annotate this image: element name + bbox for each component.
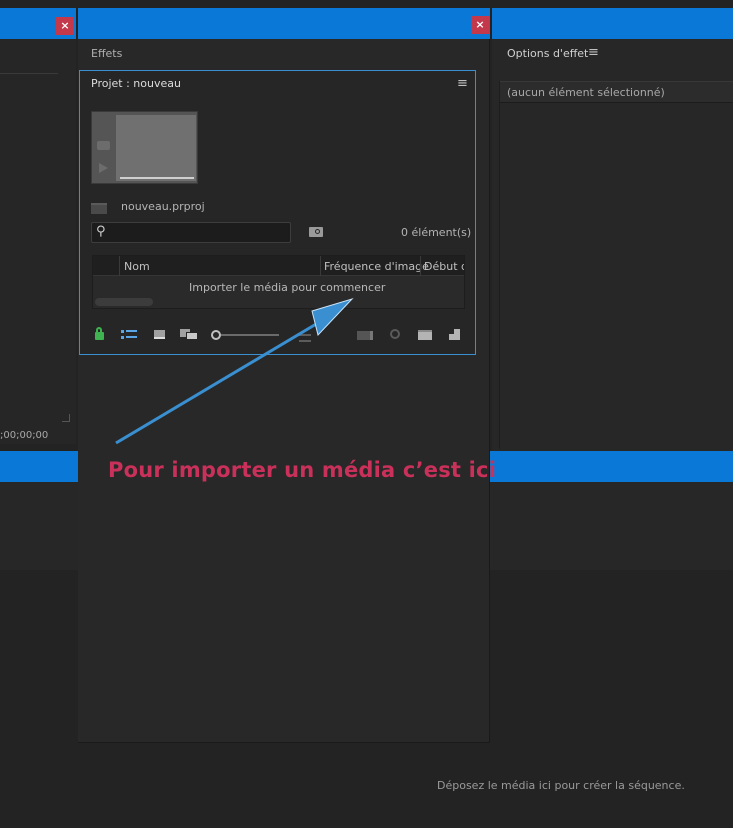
annotation-text: Pour importer un média c’est ici — [108, 458, 497, 482]
annotation-arrow-line — [115, 312, 334, 445]
annotation-arrow-head — [311, 297, 354, 337]
annotation-arrow — [115, 297, 354, 445]
